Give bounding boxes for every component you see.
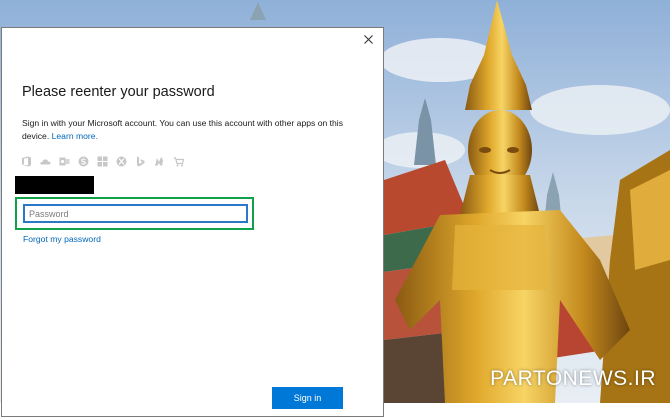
skype-icon: [78, 156, 89, 167]
reenter-password-dialog: Please reenter your password Sign in wit…: [1, 27, 384, 417]
sign-in-button[interactable]: Sign in: [272, 387, 343, 409]
msn-icon: [154, 156, 165, 167]
dialog-description: Sign in with your Microsoft account. You…: [22, 117, 362, 143]
office-icon: [21, 156, 32, 167]
bing-icon: [135, 156, 146, 167]
store-icon: [173, 156, 184, 167]
close-button[interactable]: [359, 31, 377, 49]
microsoft-app-icons: [21, 156, 184, 167]
windows-icon: [97, 156, 108, 167]
password-input[interactable]: [23, 204, 248, 223]
forgot-password-link[interactable]: Forgot my password: [23, 234, 101, 244]
outlook-icon: [59, 156, 70, 167]
close-icon: [363, 31, 373, 49]
watermark-text: PARTONEWS.IR: [490, 367, 656, 390]
redacted-account-name: [15, 176, 94, 194]
onedrive-icon: [40, 156, 51, 167]
xbox-icon: [116, 156, 127, 167]
dialog-title: Please reenter your password: [22, 84, 215, 100]
learn-more-link[interactable]: Learn more.: [52, 131, 98, 141]
